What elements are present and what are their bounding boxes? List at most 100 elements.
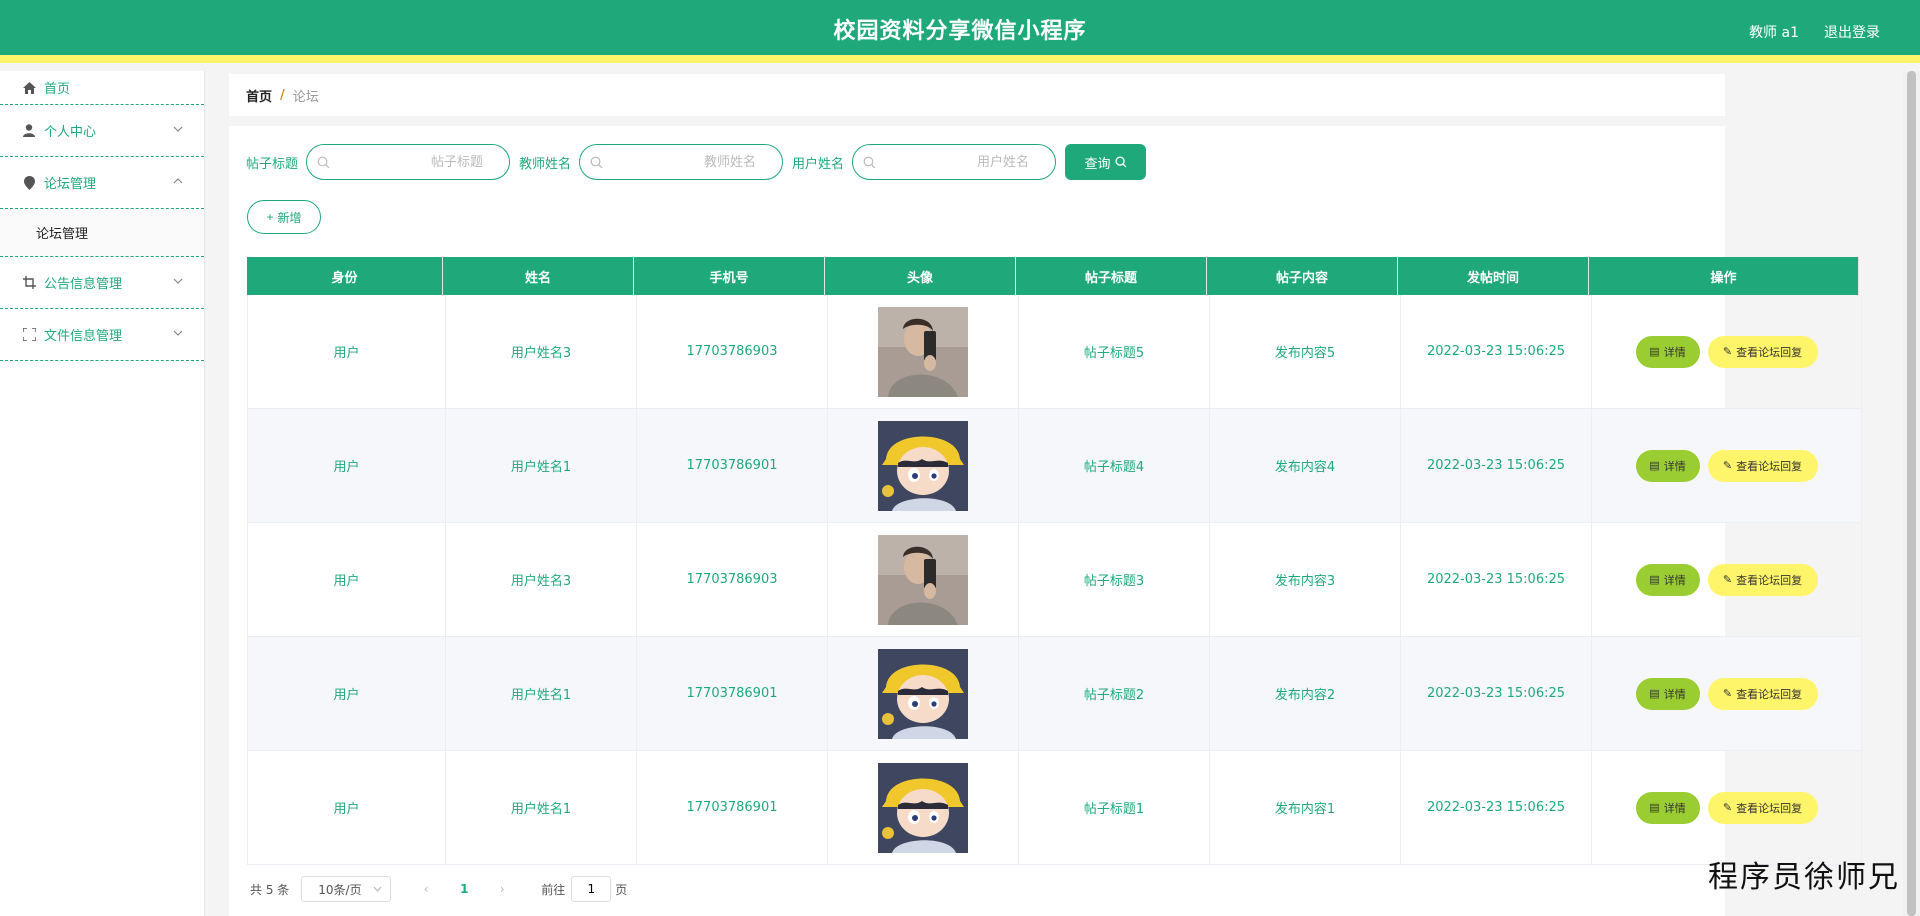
sidebar-item-notice-management[interactable]: 公告信息管理 xyxy=(0,257,204,309)
cell-role: 用户 xyxy=(247,523,446,636)
column-header[interactable]: 帖子内容 xyxy=(1207,257,1398,295)
chevron-down-icon xyxy=(173,330,183,336)
detail-button[interactable]: ▤ 详情 xyxy=(1635,449,1700,482)
query-button[interactable]: 查询 xyxy=(1065,144,1147,180)
view-replies-label: 查看论坛回复 xyxy=(1736,574,1803,587)
cell-title: 帖子标题5 xyxy=(1019,295,1210,408)
query-button-label: 查询 xyxy=(1084,155,1111,171)
chevron-down-icon xyxy=(373,886,382,892)
fullscreen-icon xyxy=(22,328,36,342)
next-page-icon[interactable]: › xyxy=(489,882,515,896)
page-number[interactable]: 1 xyxy=(449,882,479,896)
page-size-select[interactable]: 10条/页 xyxy=(301,876,392,902)
view-replies-label: 查看论坛回复 xyxy=(1736,460,1803,473)
view-replies-button[interactable]: ✎ 查看论坛回复 xyxy=(1707,677,1818,710)
top-header: 校园资料分享微信小程序 教师 a1 退出登录 xyxy=(0,0,1920,63)
column-header[interactable]: 身份 xyxy=(247,257,443,295)
sidebar-item-label: 论坛管理 xyxy=(44,177,97,192)
cell-content: 发布内容2 xyxy=(1210,637,1401,750)
document-icon: ▤ xyxy=(1649,460,1660,472)
table-row: 用户 用户姓名3 17703786903 帖子标题3 发布内容3 2022-03-23 1… xyxy=(247,523,1862,637)
sidebar-item-forum-management[interactable]: 论坛管理 xyxy=(0,157,204,209)
sidebar-item-personal-center[interactable]: 个人中心 xyxy=(0,105,204,157)
column-header[interactable]: 姓名 xyxy=(443,257,634,295)
view-replies-button[interactable]: ✎ 查看论坛回复 xyxy=(1707,563,1818,596)
detail-button[interactable]: ▤ 详情 xyxy=(1635,677,1700,710)
sidebar-item-file-management[interactable]: 文件信息管理 xyxy=(0,309,204,361)
actions-cell: ▤ 详情 ✎ 查看论坛回复 xyxy=(1592,637,1862,750)
cell-time: 2022-03-23 15:06:25 xyxy=(1401,637,1592,750)
forum-table: 身份 姓名 手机号 头像 帖子标题 帖子内容 发帖时间 操作 用户 用户姓名3 17… xyxy=(247,257,1862,865)
cell-name: 用户姓名3 xyxy=(446,295,637,408)
cell-name: 用户姓名1 xyxy=(446,751,637,864)
cell-name: 用户姓名1 xyxy=(446,637,637,750)
page-size-value: 10条/页 xyxy=(318,882,362,897)
sidebar-item-home[interactable]: 首页 xyxy=(0,71,204,105)
detail-button[interactable]: ▤ 详情 xyxy=(1635,563,1700,596)
page-suffix: 页 xyxy=(615,882,628,897)
sidebar-item-label: 公告信息管理 xyxy=(44,277,123,292)
column-header[interactable]: 发帖时间 xyxy=(1398,257,1589,295)
document-icon: ▤ xyxy=(1649,346,1660,358)
total-count: 共 5 条 xyxy=(250,882,290,897)
view-replies-button[interactable]: ✎ 查看论坛回复 xyxy=(1707,449,1818,482)
avatar-cell xyxy=(828,637,1019,750)
avatar-cell xyxy=(828,295,1019,408)
detail-button-label: 详情 xyxy=(1663,460,1686,473)
scrollbar-thumb[interactable] xyxy=(1907,71,1916,916)
detail-button[interactable]: ▤ 详情 xyxy=(1635,335,1700,368)
prev-page-icon[interactable]: ‹ xyxy=(413,882,439,896)
teacher-name-label: 教师姓名 xyxy=(519,156,572,172)
cell-time: 2022-03-23 15:06:25 xyxy=(1401,409,1592,522)
breadcrumb-home[interactable]: 首页 xyxy=(246,86,272,105)
avatar-cell xyxy=(828,523,1019,636)
view-replies-button[interactable]: ✎ 查看论坛回复 xyxy=(1707,791,1818,824)
breadcrumb-current: 论坛 xyxy=(292,89,319,105)
cell-role: 用户 xyxy=(247,409,446,522)
detail-button[interactable]: ▤ 详情 xyxy=(1635,791,1700,824)
sidebar-item-label: 文件信息管理 xyxy=(44,329,123,344)
column-header[interactable]: 帖子标题 xyxy=(1016,257,1207,295)
scrollbar[interactable] xyxy=(1903,71,1920,916)
avatar xyxy=(878,762,968,853)
search-icon xyxy=(1115,156,1127,168)
cell-time: 2022-03-23 15:06:25 xyxy=(1401,751,1592,864)
user-name-input[interactable] xyxy=(853,145,1056,179)
actions-cell: ▤ 详情 ✎ 查看论坛回复 xyxy=(1592,523,1862,636)
table-row: 用户 用户姓名1 17703786901 帖子标题2 发布内容2 2022-03-23 1… xyxy=(247,637,1862,751)
user-name-field xyxy=(852,144,1057,180)
teacher-name-input[interactable] xyxy=(580,145,783,179)
column-header[interactable]: 头像 xyxy=(825,257,1016,295)
sidebar-subitem-forum-management[interactable]: 论坛管理 xyxy=(0,209,204,257)
cell-name: 用户姓名1 xyxy=(446,409,637,522)
cell-phone: 17703786903 xyxy=(637,523,828,636)
cell-role: 用户 xyxy=(247,637,446,750)
add-button[interactable]: + 新增 xyxy=(247,200,321,234)
breadcrumb-separator: / xyxy=(280,87,285,103)
detail-button-label: 详情 xyxy=(1663,574,1686,587)
avatar xyxy=(878,534,968,625)
logout-link[interactable]: 退出登录 xyxy=(1824,22,1880,42)
goto-label: 前往 xyxy=(541,882,566,897)
edit-icon: ✎ xyxy=(1722,802,1733,814)
goto-page-input[interactable] xyxy=(571,876,612,902)
cell-content: 发布内容1 xyxy=(1210,751,1401,864)
table-body: 用户 用户姓名3 17703786903 帖子标题5 发布内容5 2022-03-23 1… xyxy=(247,295,1862,865)
table-row: 用户 用户姓名3 17703786903 帖子标题5 发布内容5 2022-03-23 1… xyxy=(247,295,1862,409)
edit-icon: ✎ xyxy=(1722,460,1733,472)
column-header[interactable]: 操作 xyxy=(1589,257,1859,295)
post-title-input[interactable] xyxy=(307,145,510,179)
pagination: 共 5 条 10条/页 ‹ 1 › 前往 页 xyxy=(250,876,627,902)
edit-icon: ✎ xyxy=(1722,346,1733,358)
view-replies-label: 查看论坛回复 xyxy=(1736,688,1803,701)
cell-role: 用户 xyxy=(247,751,446,864)
breadcrumb: 首页 / 论坛 xyxy=(229,74,1725,116)
column-header[interactable]: 手机号 xyxy=(634,257,825,295)
cell-time: 2022-03-23 15:06:25 xyxy=(1401,523,1592,636)
current-user: 教师 a1 xyxy=(1749,25,1799,41)
main-panel: 帖子标题 教师姓名 用户姓名 查询 + 新增 身份 姓名 手机号 头像 帖子标题 xyxy=(229,126,1862,916)
table-row: 用户 用户姓名1 17703786901 帖子标题4 发布内容4 2022-03-23 1… xyxy=(247,409,1862,523)
detail-button-label: 详情 xyxy=(1663,802,1686,815)
detail-button-label: 详情 xyxy=(1663,346,1686,359)
view-replies-button[interactable]: ✎ 查看论坛回复 xyxy=(1707,335,1818,368)
